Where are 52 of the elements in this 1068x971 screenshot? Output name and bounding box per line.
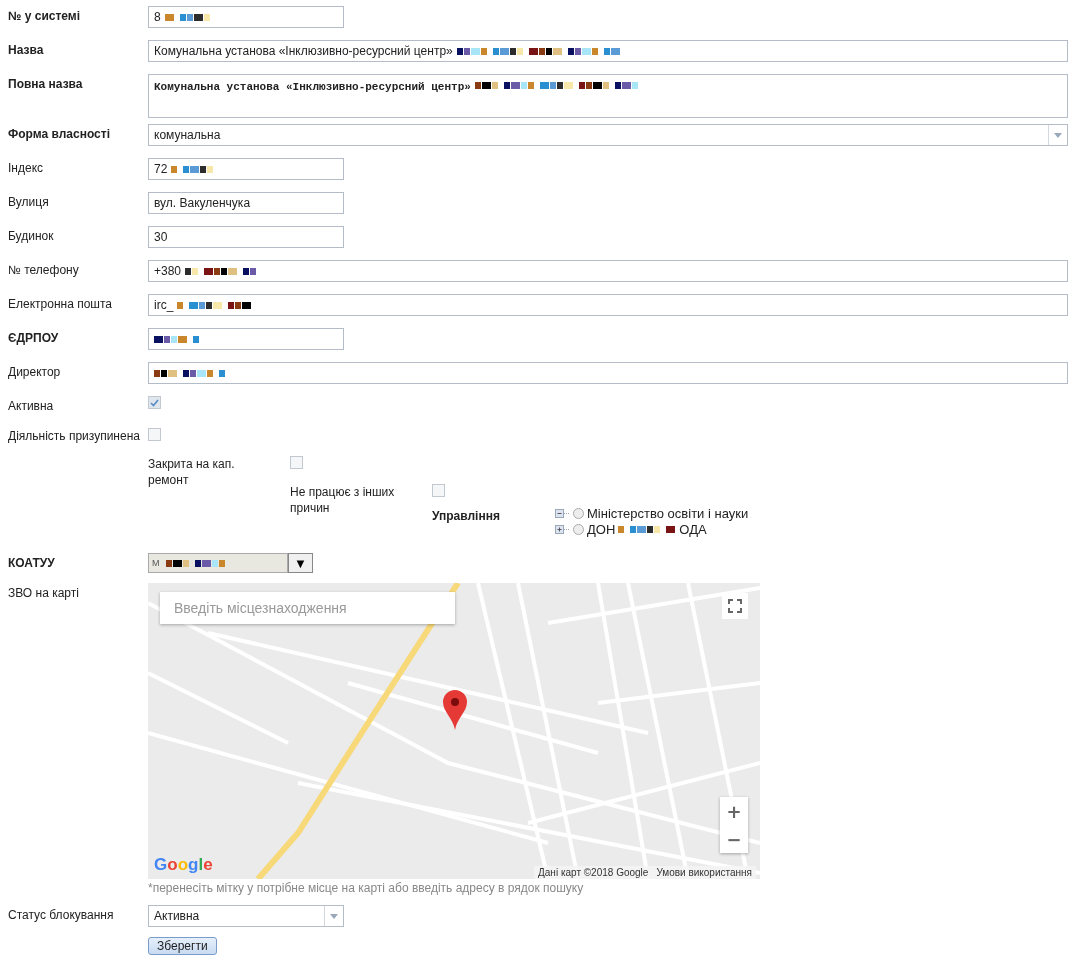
input-field[interactable]: 30 (148, 226, 344, 248)
field-label: Форма власності (8, 126, 111, 142)
input-field[interactable]: 8 (148, 6, 344, 28)
zoom-out-button[interactable]: − (720, 825, 748, 853)
dropdown-field[interactable]: М (148, 553, 288, 573)
input-field[interactable]: вул. Вакуленчука (148, 192, 344, 214)
field-label: Індекс (8, 160, 45, 176)
checkbox[interactable] (432, 484, 445, 497)
zoom-in-button[interactable]: + (720, 797, 748, 825)
field-label: № телефону (8, 262, 80, 278)
field-label: Повна назва (8, 76, 84, 92)
text-area[interactable]: Комунальна установа «Інклюзивно-ресурсний центр» (148, 74, 1068, 118)
input-field[interactable] (148, 328, 344, 350)
input-field[interactable]: irc_ (148, 294, 1068, 316)
collapse-icon[interactable] (555, 506, 570, 521)
dropdown[interactable]: Активна (148, 905, 344, 927)
radio-button[interactable] (573, 524, 584, 535)
tree-item-label[interactable]: ОДА (679, 522, 707, 537)
radio-button[interactable] (573, 508, 584, 519)
field-label: Активна (8, 398, 55, 414)
field-label: Статус блокування (8, 907, 115, 923)
field-label: Електронна пошта (8, 296, 113, 312)
field-label: ЗВО на карті (8, 585, 80, 601)
save-button[interactable]: Зберегти (148, 937, 217, 955)
field-label: Будинок (8, 228, 55, 244)
tree-item-label[interactable]: ДОН (587, 522, 616, 537)
input-field[interactable]: 72 (148, 158, 344, 180)
map-attribution: Дані карт ©2018 Google (538, 867, 649, 878)
dropdown-button[interactable]: ▼ (288, 553, 313, 573)
field-label: Управління (432, 508, 501, 525)
input-field[interactable]: +380 (148, 260, 1068, 282)
field-label: Назва (8, 42, 45, 58)
hint-text: *перенесіть мітку у потрібне місце на карті або введіть адресу в рядок пошуку (148, 881, 585, 895)
map-logo: Google (154, 855, 213, 875)
input-field[interactable] (148, 362, 1068, 384)
terms-link[interactable]: Умови використання (656, 867, 752, 878)
map-pin-icon[interactable] (443, 690, 467, 730)
field-label: Вулиця (8, 194, 50, 210)
field-label: ЄДРПОУ (8, 330, 60, 346)
expand-icon[interactable] (555, 522, 570, 537)
field-label: Не працює з інших причин (290, 484, 396, 517)
fullscreen-icon[interactable] (722, 593, 748, 619)
field-label: Діяльність призупинена (8, 428, 141, 445)
field-label: № у системі (8, 8, 82, 24)
field-label: КОАТУУ (8, 555, 56, 571)
checkbox[interactable] (148, 428, 161, 441)
field-label: Закрита на кап. ремонт (148, 456, 236, 489)
input-field[interactable]: Комунальна установа «Інклюзивно-ресурсний центр» (148, 40, 1068, 62)
checkbox[interactable] (290, 456, 303, 469)
tree-item-label[interactable]: Міністерство освіти і науки (587, 506, 749, 521)
field-label: Директор (8, 364, 62, 380)
dropdown[interactable]: комунальна (148, 124, 1068, 146)
